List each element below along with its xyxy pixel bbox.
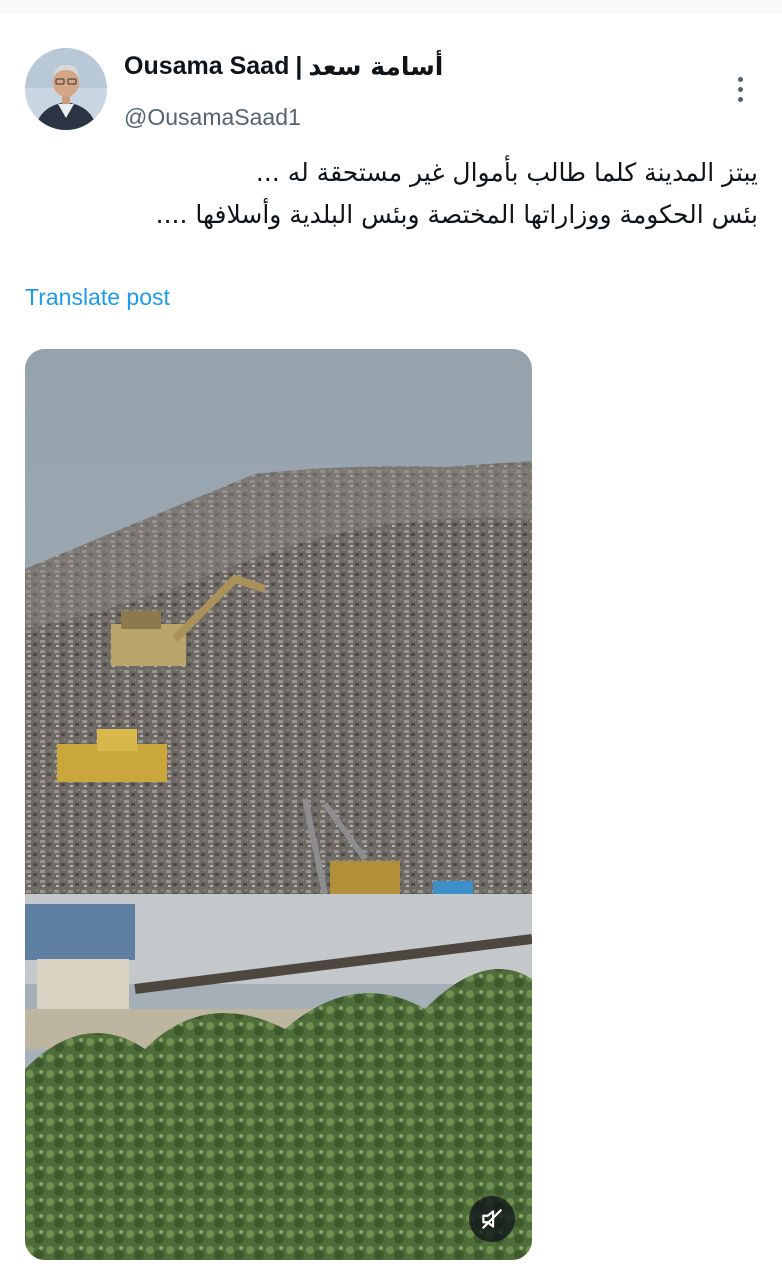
more-options-button[interactable] xyxy=(728,72,752,106)
mute-toggle-button[interactable] xyxy=(469,1196,515,1242)
status-strip xyxy=(0,0,782,14)
avatar-image xyxy=(25,48,107,130)
tweet-text: يبتز المدينة كلما طالب بأموال غير مستحقة… xyxy=(40,152,758,236)
author-handle[interactable]: @OusamaSaad1 xyxy=(124,104,301,131)
garbage-mountain-video-frame xyxy=(25,349,532,1260)
more-vertical-icon xyxy=(737,76,743,82)
author-separator: | xyxy=(295,51,303,80)
tweet-text-line: يبتز المدينة كلما طالب بأموال غير مستحقة… xyxy=(255,158,758,187)
author-name-row[interactable]: Ousama Saad | أسامة سعد xyxy=(124,48,443,84)
more-vertical-icon-dot xyxy=(737,96,743,102)
author-name-arabic: أسامة سعد xyxy=(308,51,444,81)
more-vertical-icon-dot xyxy=(737,86,743,92)
translate-post-link[interactable]: Translate post xyxy=(25,284,170,311)
volume-muted-icon xyxy=(482,1209,502,1229)
avatar[interactable] xyxy=(25,48,107,130)
author-name: Ousama Saad xyxy=(124,51,290,80)
tweet-text-line: بئس الحكومة ووزاراتها المختصة وبئس البلد… xyxy=(155,200,758,229)
video-media[interactable] xyxy=(25,349,532,1260)
